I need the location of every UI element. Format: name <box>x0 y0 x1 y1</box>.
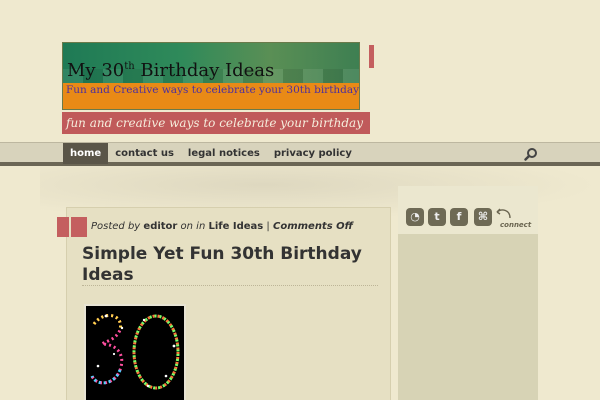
post-comments-status: Comments Off <box>272 221 353 232</box>
post-meta: Posted by editor on in Life Ideas | Comm… <box>91 221 353 232</box>
post-category-link[interactable]: Life Ideas <box>208 221 263 232</box>
curved-arrow-icon <box>496 208 511 219</box>
meta-separator: | <box>263 221 273 232</box>
banner-subtitle: Fun and Creative ways to celebrate your … <box>66 84 360 96</box>
post-title[interactable]: Simple Yet Fun 30th Birthday Ideas <box>82 244 372 286</box>
post-author-link[interactable]: editor <box>143 221 177 232</box>
fireworks-30-image <box>90 314 180 390</box>
header-accent-tab <box>369 45 374 68</box>
connect-label: connect <box>500 221 532 229</box>
meta-accent-left <box>57 217 69 237</box>
meta-accent-right <box>71 217 87 237</box>
site-banner[interactable]: My 30th Birthday Ideas Fun and Creative … <box>62 42 360 110</box>
nav-item-legal-notices[interactable]: legal notices <box>181 143 267 164</box>
facebook-icon[interactable]: f <box>450 208 468 226</box>
site-title: My 30th Birthday Ideas <box>67 60 275 81</box>
share-icon[interactable]: ⌘ <box>474 208 492 226</box>
on-in-label: on in <box>177 221 209 232</box>
nav-menu: home contact us legal notices privacy po… <box>63 143 359 164</box>
nav-item-privacy-policy[interactable]: privacy policy <box>267 143 359 164</box>
search-icon[interactable] <box>524 147 538 161</box>
post-thumbnail[interactable] <box>84 304 186 400</box>
twitter-icon[interactable]: t <box>428 208 446 226</box>
posted-by-label: Posted by <box>91 221 144 232</box>
nav-item-home[interactable]: home <box>63 143 109 164</box>
post-divider <box>82 285 378 286</box>
site-tagline: fun and creative ways to celebrate your … <box>62 112 370 134</box>
nav-item-contact-us[interactable]: contact us <box>108 143 181 164</box>
main-nav: home contact us legal notices privacy po… <box>0 142 600 166</box>
rss-icon[interactable]: ◔ <box>406 208 424 226</box>
